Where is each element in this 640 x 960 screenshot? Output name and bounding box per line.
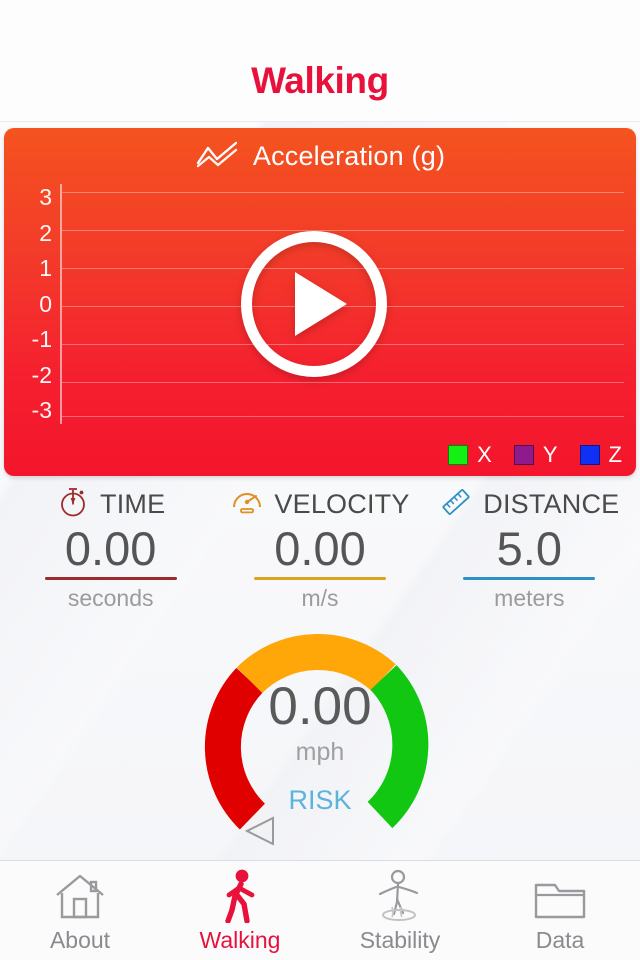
- title-bar: Walking: [0, 40, 640, 122]
- stat-distance-value: 5.0: [496, 522, 562, 575]
- stat-velocity-rule: [253, 576, 386, 580]
- tab-walking-label: Walking: [199, 927, 281, 953]
- ruler-icon: [439, 485, 473, 524]
- play-button[interactable]: [241, 231, 387, 377]
- y-tick-label: 0: [39, 290, 52, 317]
- folder-icon: [531, 867, 589, 923]
- gridline: [62, 416, 624, 417]
- play-icon: [295, 272, 347, 336]
- stat-velocity-header: VELOCITY: [230, 486, 409, 522]
- y-tick-label: -2: [31, 361, 52, 388]
- speedometer-icon: [230, 485, 264, 524]
- legend-swatch-z: [579, 445, 600, 465]
- tab-stability-label: Stability: [359, 927, 441, 953]
- tab-walking[interactable]: Walking: [160, 861, 320, 960]
- legend-label-x: X: [477, 442, 492, 467]
- y-tick-label: -3: [31, 397, 52, 423]
- stat-time-unit: seconds: [67, 584, 154, 611]
- y-tick-label: 1: [39, 255, 52, 281]
- stat-distance: DISTANCE 5.0 meters: [425, 486, 634, 616]
- stat-distance-rule: [463, 576, 596, 580]
- chart-header: Acceleration (g): [4, 128, 636, 184]
- legend-label-z: Z: [608, 442, 622, 467]
- gauge-unit: mph: [295, 738, 345, 766]
- chart-y-axis: 3 2 1 0 -1 -2 -3: [4, 184, 60, 424]
- legend-item-z: Z: [579, 442, 622, 468]
- home-icon: [52, 867, 108, 923]
- tab-data-label: Data: [535, 927, 585, 953]
- page-title: Walking: [251, 59, 389, 101]
- stat-distance-unit: meters: [494, 584, 565, 611]
- tab-about-label: About: [49, 927, 111, 953]
- tab-bar: About Walking Stability Data: [0, 860, 640, 960]
- y-tick-label: 2: [39, 219, 52, 246]
- stat-velocity-unit: m/s: [301, 584, 339, 611]
- acceleration-chart-card: Acceleration (g) 3 2 1 0 -1 -2 -3 X Y Z: [4, 128, 636, 476]
- gridline: [62, 192, 624, 193]
- stat-time-label: TIME: [100, 488, 166, 519]
- stat-time: TIME 0.00 seconds: [6, 486, 215, 616]
- status-bar: [0, 0, 640, 40]
- stat-distance-label: DISTANCE: [483, 488, 620, 519]
- stat-time-rule: [44, 576, 177, 580]
- stat-velocity-label: VELOCITY: [274, 488, 410, 519]
- gauge-center: 0.00 mph RISK: [195, 680, 445, 816]
- gauge-label: RISK: [288, 785, 352, 815]
- chart-title: Acceleration (g): [252, 140, 446, 171]
- stat-time-value: 0.00: [64, 522, 157, 575]
- stat-velocity-value: 0.00: [274, 522, 366, 575]
- app-root: Walking Acceleration (g) 3 2 1 0 -1 -2 -…: [0, 0, 640, 960]
- risk-gauge-section: 0.00 mph RISK: [0, 616, 640, 860]
- tab-stability[interactable]: Stability: [320, 861, 480, 960]
- line-chart-icon: [195, 139, 239, 174]
- stats-row: TIME 0.00 seconds VELOCITY 0.00 m/s DIST…: [0, 476, 640, 616]
- y-tick-label: 3: [39, 184, 52, 210]
- legend-item-x: X: [448, 442, 492, 468]
- stat-velocity: VELOCITY 0.00 m/s: [215, 486, 424, 616]
- gridline: [62, 382, 624, 383]
- gauge-value: 0.00: [268, 677, 372, 736]
- chart-legend: X Y Z: [448, 442, 622, 468]
- tab-data[interactable]: Data: [480, 861, 640, 960]
- chart-plot-area: 3 2 1 0 -1 -2 -3: [4, 184, 624, 424]
- gridline: [62, 230, 624, 231]
- gauge-needle: [244, 816, 274, 846]
- legend-swatch-y: [513, 445, 534, 465]
- stat-distance-header: DISTANCE: [439, 486, 619, 522]
- legend-swatch-x: [448, 445, 469, 465]
- risk-gauge: 0.00 mph RISK: [195, 622, 445, 847]
- tab-about[interactable]: About: [0, 861, 160, 960]
- balance-person-icon: [370, 867, 430, 923]
- legend-item-y: Y: [513, 442, 558, 468]
- y-tick-label: -1: [31, 326, 52, 352]
- walking-person-icon: [215, 867, 265, 923]
- stopwatch-icon: [56, 485, 90, 524]
- stat-time-header: TIME: [56, 486, 165, 522]
- legend-label-y: Y: [542, 442, 558, 467]
